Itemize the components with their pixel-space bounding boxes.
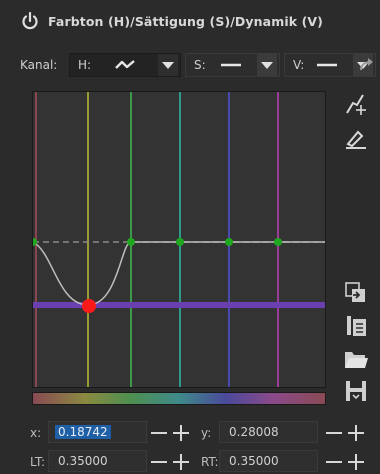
rt-stepper[interactable] [324, 452, 368, 472]
paste-icon[interactable] [343, 313, 369, 339]
lt-value: 0.35000 [58, 454, 108, 468]
lt-label: LT: [30, 455, 46, 469]
flat-line-icon [221, 63, 241, 67]
channel-s-label: S: [194, 58, 206, 72]
curve-graph[interactable] [29, 92, 325, 387]
panel-header: Farbton (H)/Sättigung (S)/Dynamik (V) [0, 0, 380, 42]
y-value: 0.28008 [229, 425, 279, 439]
control-point [176, 238, 184, 246]
channel-h-label: H: [78, 58, 92, 72]
save-icon[interactable] [343, 378, 369, 404]
channel-h-combo[interactable]: H: [69, 53, 181, 77]
copy-icon[interactable] [343, 280, 369, 306]
open-icon[interactable] [343, 346, 369, 372]
control-point [127, 238, 135, 246]
reset-icon[interactable] [358, 58, 374, 72]
y-field[interactable]: 0.28008 [219, 421, 318, 443]
chevron-down-icon[interactable] [158, 54, 178, 76]
x-label: x: [30, 426, 42, 440]
tangent-row: LT: 0.35000 RT: 0.35000 [0, 450, 380, 474]
power-icon[interactable] [20, 11, 40, 31]
panel-title: Farbton (H)/Sättigung (S)/Dynamik (V) [48, 13, 323, 29]
y-label: y: [201, 426, 212, 440]
xy-row: x: 0.18742 y: 0.28008 [0, 421, 380, 445]
picker-icon[interactable] [343, 124, 369, 150]
x-stepper[interactable] [149, 423, 193, 443]
control-point [225, 238, 233, 246]
channel-label: Kanal: [20, 58, 58, 72]
x-field[interactable]: 0.18742 [48, 421, 147, 443]
rt-field[interactable]: 0.35000 [219, 450, 318, 472]
selected-control-point [82, 299, 96, 313]
chevron-down-icon[interactable] [257, 54, 277, 76]
edit-points-icon[interactable] [343, 91, 369, 117]
rt-value: 0.35000 [229, 454, 279, 468]
hue-gradient-bar [32, 392, 326, 405]
curve-icon [115, 60, 135, 69]
curve-editor[interactable] [29, 91, 326, 388]
lt-stepper[interactable] [149, 452, 193, 472]
channel-row: Kanal: H: S: V: [14, 50, 380, 80]
channel-v-label: V: [293, 58, 305, 72]
x-value: 0.18742 [55, 425, 111, 439]
control-point [274, 238, 282, 246]
flat-line-icon [317, 63, 337, 67]
y-stepper[interactable] [324, 423, 368, 443]
lt-field[interactable]: 0.35000 [48, 450, 147, 472]
channel-s-combo[interactable]: S: [185, 53, 280, 77]
rt-label: RT: [201, 455, 219, 469]
